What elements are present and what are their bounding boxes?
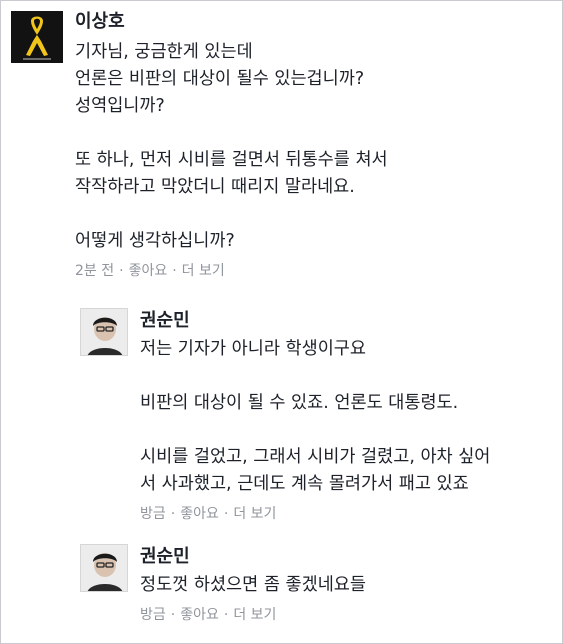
separator: · — [223, 506, 229, 522]
author-name[interactable]: 권순민 — [140, 309, 490, 333]
like-button[interactable]: 좋아요 — [180, 504, 219, 524]
timestamp[interactable]: 방금 — [140, 504, 166, 524]
person-photo-icon — [81, 545, 127, 591]
more-button[interactable]: 더 보기 — [233, 605, 276, 625]
comment-thread: 이상호 기자님, 궁금한게 있는데 언론은 비판의 대상이 될수 있는겁니까? … — [0, 0, 563, 644]
comment-body: 이상호 기자님, 궁금한게 있는데 언론은 비판의 대상이 될수 있는겁니까? … — [75, 11, 388, 281]
yellow-ribbon-icon — [23, 16, 51, 60]
author-name[interactable]: 권순민 — [140, 545, 366, 569]
timestamp[interactable]: 방금 — [140, 605, 166, 625]
timestamp[interactable]: 2분 전 — [75, 261, 114, 281]
like-button[interactable]: 좋아요 — [180, 605, 219, 625]
comment-actions: 2분 전 · 좋아요 · 더 보기 — [75, 261, 388, 281]
comment-actions: 방금 · 좋아요 · 더 보기 — [140, 504, 490, 524]
comment-body: 권순민 정도껏 하셨으면 좀 좋겠네요들 방금 · 좋아요 · 더 보기 — [140, 544, 366, 625]
more-button[interactable]: 더 보기 — [233, 504, 276, 524]
avatar[interactable] — [80, 308, 128, 356]
separator: · — [172, 263, 177, 279]
separator: · — [170, 506, 176, 522]
reply-2: 권순민 정도껏 하셨으면 좀 좋겠네요들 방금 · 좋아요 · 더 보기 — [80, 544, 366, 625]
comment-text: 저는 기자가 아니라 학생이구요 비판의 대상이 될 수 있죠. 언론도 대통령… — [140, 339, 491, 494]
avatar[interactable] — [11, 11, 63, 63]
separator: · — [170, 607, 176, 623]
more-button[interactable]: 더 보기 — [182, 261, 225, 281]
separator: · — [223, 607, 229, 623]
comment-text: 기자님, 궁금한게 있는데 언론은 비판의 대상이 될수 있는겁니까? 성역입니… — [75, 42, 388, 251]
separator: · — [119, 263, 124, 279]
comment-text: 정도껏 하셨으면 좀 좋겠네요들 — [140, 575, 366, 595]
author-name[interactable]: 이상호 — [75, 10, 388, 34]
comment-1: 이상호 기자님, 궁금한게 있는데 언론은 비판의 대상이 될수 있는겁니까? … — [11, 11, 388, 281]
comment-body: 권순민 저는 기자가 아니라 학생이구요 비판의 대상이 될 수 있죠. 언론도… — [140, 308, 490, 524]
person-photo-icon — [81, 309, 127, 355]
reply-1: 권순민 저는 기자가 아니라 학생이구요 비판의 대상이 될 수 있죠. 언론도… — [80, 308, 490, 524]
comment-actions: 방금 · 좋아요 · 더 보기 — [140, 605, 366, 625]
like-button[interactable]: 좋아요 — [129, 261, 168, 281]
avatar[interactable] — [80, 544, 128, 592]
